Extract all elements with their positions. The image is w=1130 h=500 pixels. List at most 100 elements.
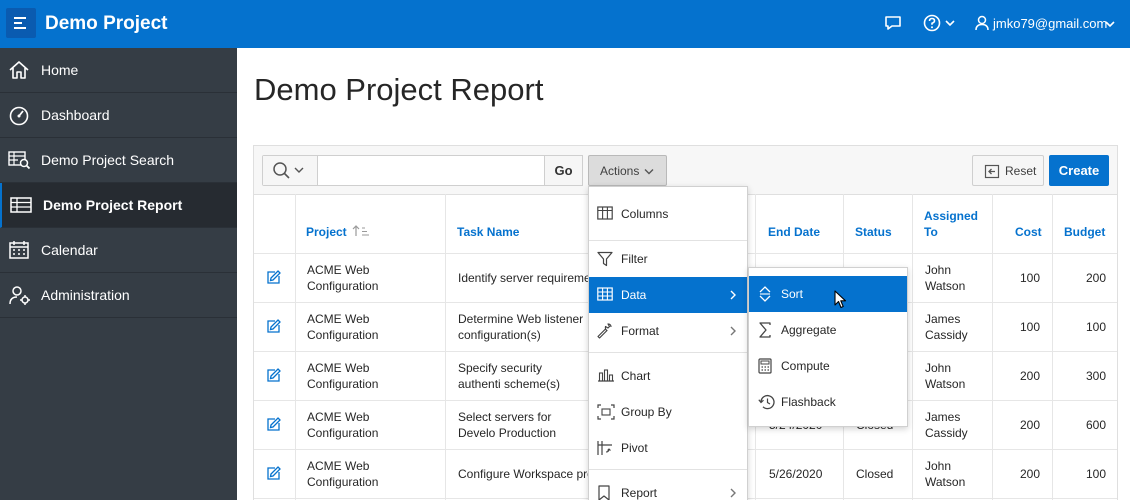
- sidebar-item-label: Administration: [41, 287, 130, 303]
- actions-menu: Columns Filter Data Format Chart Group B…: [588, 186, 748, 500]
- reset-button[interactable]: Reset: [972, 155, 1044, 186]
- home-icon: [8, 59, 30, 84]
- chart-icon: [597, 368, 615, 385]
- menu-item-chart[interactable]: Chart: [589, 358, 747, 394]
- calendar-icon: [8, 239, 30, 264]
- menu-item-format[interactable]: Format: [589, 313, 747, 349]
- reset-label: Reset: [1005, 164, 1037, 178]
- app-title[interactable]: Demo Project: [45, 13, 167, 35]
- actions-button[interactable]: Actions: [588, 155, 667, 186]
- menu-item-flashback[interactable]: Flashback: [749, 384, 907, 420]
- column-header-project[interactable]: Project: [306, 224, 370, 240]
- menu-item-sort[interactable]: Sort: [749, 276, 907, 312]
- sidebar-item-label: Demo Project Search: [41, 152, 175, 168]
- column-divider: [1052, 194, 1053, 500]
- chat-icon[interactable]: [884, 14, 902, 35]
- table-cell-budget: 200: [1086, 271, 1107, 285]
- column-header-budget[interactable]: Budget: [1064, 224, 1105, 240]
- table-cell-assigned: John Watson: [925, 263, 966, 293]
- sort-ascending-icon: [352, 225, 370, 236]
- menu-item-report[interactable]: Report: [589, 475, 747, 500]
- table-icon: [597, 287, 613, 304]
- edit-icon[interactable]: [266, 318, 282, 337]
- sidebar-item-label: Home: [41, 62, 79, 78]
- actions-label: Actions: [600, 164, 640, 178]
- sidebar-item-demo-project-report[interactable]: Demo Project Report: [0, 183, 237, 228]
- table-cell-task: Determine Web listener configuration(s): [458, 312, 584, 342]
- edit-icon[interactable]: [266, 465, 282, 484]
- pivot-icon: [597, 440, 613, 459]
- column-header-cost[interactable]: Cost: [1015, 224, 1042, 240]
- table-cell-status: Closed: [856, 467, 894, 481]
- user-menu-label[interactable]: jmko79@gmail.com: [993, 16, 1107, 31]
- search-icon: [273, 162, 304, 179]
- filter-icon: [597, 251, 613, 270]
- menu-item-aggregate[interactable]: Aggregate: [749, 312, 907, 348]
- search-column-button[interactable]: [263, 156, 318, 185]
- columns-icon: [597, 206, 613, 223]
- menu-icon: [14, 17, 26, 29]
- table-cell-cost: 200: [1020, 418, 1041, 432]
- app-header: Demo Project jmko79@gmail.com: [0, 0, 1130, 48]
- column-header-end-date[interactable]: End Date: [768, 224, 820, 240]
- edit-icon[interactable]: [266, 367, 282, 386]
- chevron-right-icon: [729, 487, 737, 500]
- menu-item-columns[interactable]: Columns: [589, 196, 747, 232]
- chevron-right-icon: [729, 289, 737, 304]
- table-cell-assigned: James Cassidy: [925, 410, 968, 440]
- sidebar-item-administration[interactable]: Administration: [0, 273, 237, 318]
- history-icon: [758, 394, 776, 413]
- admin-icon: [8, 284, 32, 309]
- create-button[interactable]: Create: [1049, 155, 1109, 186]
- help-menu-button[interactable]: [923, 14, 959, 35]
- sort-icon: [758, 286, 772, 305]
- sidebar-item-label: Dashboard: [41, 107, 110, 123]
- menu-item-group-by[interactable]: Group By: [589, 394, 747, 430]
- menu-item-data[interactable]: Data: [589, 277, 747, 313]
- menu-item-compute[interactable]: Compute: [749, 348, 907, 384]
- bookmark-icon: [597, 485, 611, 500]
- page-title: Demo Project Report: [254, 72, 544, 107]
- sidebar-item-demo-project-search[interactable]: Demo Project Search: [0, 138, 237, 183]
- search-input[interactable]: [319, 156, 544, 185]
- user-icon[interactable]: [974, 15, 990, 34]
- calculator-icon: [758, 358, 772, 377]
- menu-item-filter[interactable]: Filter: [589, 241, 747, 277]
- table-cell-task: Select servers for Develo Production: [458, 410, 557, 440]
- column-header-assigned-to[interactable]: Assigned To: [924, 208, 984, 240]
- sigma-icon: [758, 322, 772, 341]
- table-cell-cost: 100: [1020, 320, 1041, 334]
- table-cell-task: Configure Workspace pro: [458, 467, 594, 481]
- sidebar-item-calendar[interactable]: Calendar: [0, 228, 237, 273]
- table-cell-project: ACME Web Configuration: [307, 263, 379, 293]
- search-field[interactable]: [262, 155, 583, 186]
- column-header-status[interactable]: Status: [855, 224, 892, 240]
- sidebar-item-dashboard[interactable]: Dashboard: [0, 93, 237, 138]
- table-icon: [10, 194, 32, 219]
- go-button[interactable]: Go: [544, 155, 583, 186]
- table-cell-budget: 600: [1086, 418, 1107, 432]
- table-cell-cost: 100: [1020, 271, 1041, 285]
- chevron-right-icon: [729, 325, 737, 340]
- table-cell-end-date: 5/26/2020: [769, 467, 823, 481]
- table-cell-task: Specify security authenti scheme(s): [458, 361, 561, 391]
- column-divider: [445, 194, 446, 500]
- table-cell-project: ACME Web Configuration: [307, 459, 379, 489]
- table-cell-budget: 100: [1086, 467, 1107, 481]
- edit-icon[interactable]: [266, 416, 282, 435]
- table-cell-assigned: James Cassidy: [925, 312, 968, 342]
- chevron-down-icon: [644, 169, 654, 175]
- menu-item-pivot[interactable]: Pivot: [589, 430, 747, 466]
- edit-icon[interactable]: [266, 269, 282, 288]
- sidebar-item-home[interactable]: Home: [0, 48, 237, 93]
- column-divider: [992, 194, 993, 500]
- table-cell-project: ACME Web Configuration: [307, 410, 379, 440]
- chevron-down-icon[interactable]: [1104, 17, 1116, 32]
- table-cell-assigned: John Watson: [925, 459, 966, 489]
- table-cell-budget: 300: [1086, 369, 1107, 383]
- table-cell-assigned: John Watson: [925, 361, 966, 391]
- menu-button[interactable]: [6, 8, 36, 38]
- table-cell-task: Identify server requireme: [458, 271, 591, 285]
- search-report-icon: [8, 149, 32, 174]
- column-header-task-name[interactable]: Task Name: [457, 224, 519, 240]
